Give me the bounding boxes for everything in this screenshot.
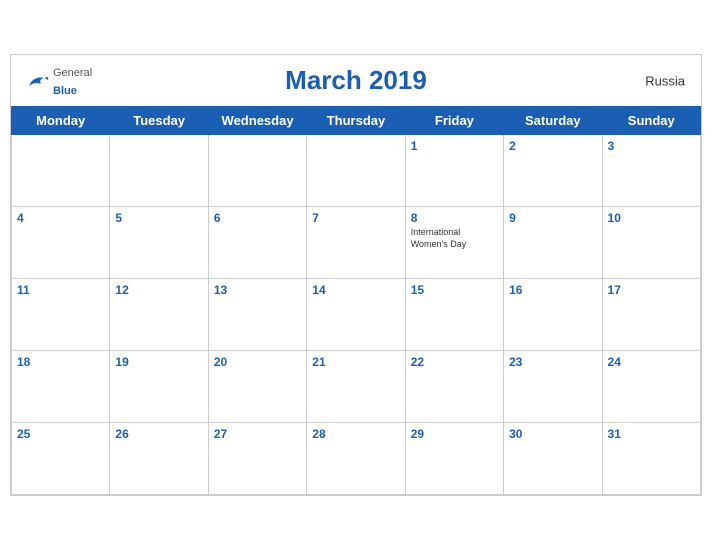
- day-number: 14: [312, 283, 399, 297]
- header-sunday: Sunday: [602, 107, 700, 135]
- day-number: 13: [214, 283, 301, 297]
- logo-blue: Blue: [53, 85, 77, 97]
- table-row: 10: [602, 207, 700, 279]
- table-row: 23: [504, 351, 602, 423]
- calendar-week-row: 123: [12, 135, 701, 207]
- day-number: 24: [608, 355, 695, 369]
- table-row: 6: [208, 207, 306, 279]
- day-number: 28: [312, 427, 399, 441]
- logo-text: General Blue: [53, 63, 92, 99]
- day-number: 21: [312, 355, 399, 369]
- calendar-week-row: 18 19 20 21 22 23 24: [12, 351, 701, 423]
- table-row: 22: [405, 351, 503, 423]
- table-row: [208, 135, 306, 207]
- table-row: 3: [602, 135, 700, 207]
- table-row: 15: [405, 279, 503, 351]
- table-row: 29: [405, 423, 503, 495]
- day-number: 3: [608, 139, 695, 153]
- table-row: [307, 135, 405, 207]
- day-number: 17: [608, 283, 695, 297]
- table-row: 25: [12, 423, 110, 495]
- day-number: 26: [115, 427, 202, 441]
- day-number: 25: [17, 427, 104, 441]
- table-row: 14: [307, 279, 405, 351]
- table-row: 20: [208, 351, 306, 423]
- day-number: 16: [509, 283, 596, 297]
- day-number: 22: [411, 355, 498, 369]
- day-number: 12: [115, 283, 202, 297]
- logo-general: General: [53, 67, 92, 79]
- logo-area: General Blue: [27, 63, 92, 99]
- day-number: 6: [214, 211, 301, 225]
- header-friday: Friday: [405, 107, 503, 135]
- calendar-container: General Blue March 2019 Russia Monday Tu…: [10, 54, 702, 496]
- header-wednesday: Wednesday: [208, 107, 306, 135]
- day-event: International Women's Day: [411, 227, 498, 250]
- table-row: 28: [307, 423, 405, 495]
- table-row: 11: [12, 279, 110, 351]
- table-row: 18: [12, 351, 110, 423]
- day-number: 20: [214, 355, 301, 369]
- table-row: 31: [602, 423, 700, 495]
- table-row: 9: [504, 207, 602, 279]
- table-row: [12, 135, 110, 207]
- day-number: 4: [17, 211, 104, 225]
- day-number: 27: [214, 427, 301, 441]
- calendar-table: Monday Tuesday Wednesday Thursday Friday…: [11, 106, 701, 495]
- header-tuesday: Tuesday: [110, 107, 208, 135]
- table-row: 16: [504, 279, 602, 351]
- table-row: 17: [602, 279, 700, 351]
- table-row: 30: [504, 423, 602, 495]
- calendar-week-row: 11 12 13 14 15 16 17: [12, 279, 701, 351]
- day-number: 7: [312, 211, 399, 225]
- day-number: 30: [509, 427, 596, 441]
- day-number: 5: [115, 211, 202, 225]
- calendar-title: March 2019: [285, 65, 427, 96]
- table-row: 24: [602, 351, 700, 423]
- day-number: 10: [608, 211, 695, 225]
- table-row: 27: [208, 423, 306, 495]
- header-saturday: Saturday: [504, 107, 602, 135]
- table-row: 12: [110, 279, 208, 351]
- day-number: 11: [17, 283, 104, 297]
- table-row: 2: [504, 135, 602, 207]
- table-row: 4: [12, 207, 110, 279]
- calendar-week-row: 45678 International Women's Day 9 10: [12, 207, 701, 279]
- header-monday: Monday: [12, 107, 110, 135]
- table-row: 19: [110, 351, 208, 423]
- day-number: 19: [115, 355, 202, 369]
- table-row: 1: [405, 135, 503, 207]
- header-thursday: Thursday: [307, 107, 405, 135]
- day-number: 31: [608, 427, 695, 441]
- day-number: 1: [411, 139, 498, 153]
- table-row: 21: [307, 351, 405, 423]
- day-number: 15: [411, 283, 498, 297]
- table-row: 7: [307, 207, 405, 279]
- day-number: 29: [411, 427, 498, 441]
- country-label: Russia: [645, 73, 685, 88]
- calendar-header: General Blue March 2019 Russia: [11, 55, 701, 106]
- table-row: 8 International Women's Day: [405, 207, 503, 279]
- table-row: 13: [208, 279, 306, 351]
- day-number: 9: [509, 211, 596, 225]
- weekday-header-row: Monday Tuesday Wednesday Thursday Friday…: [12, 107, 701, 135]
- day-number: 18: [17, 355, 104, 369]
- table-row: [110, 135, 208, 207]
- logo-bird-icon: [27, 72, 49, 90]
- day-number: 23: [509, 355, 596, 369]
- calendar-week-row: 25 26 27 28 29 30 31: [12, 423, 701, 495]
- table-row: 26: [110, 423, 208, 495]
- day-number: 2: [509, 139, 596, 153]
- day-number: 8: [411, 211, 498, 225]
- table-row: 5: [110, 207, 208, 279]
